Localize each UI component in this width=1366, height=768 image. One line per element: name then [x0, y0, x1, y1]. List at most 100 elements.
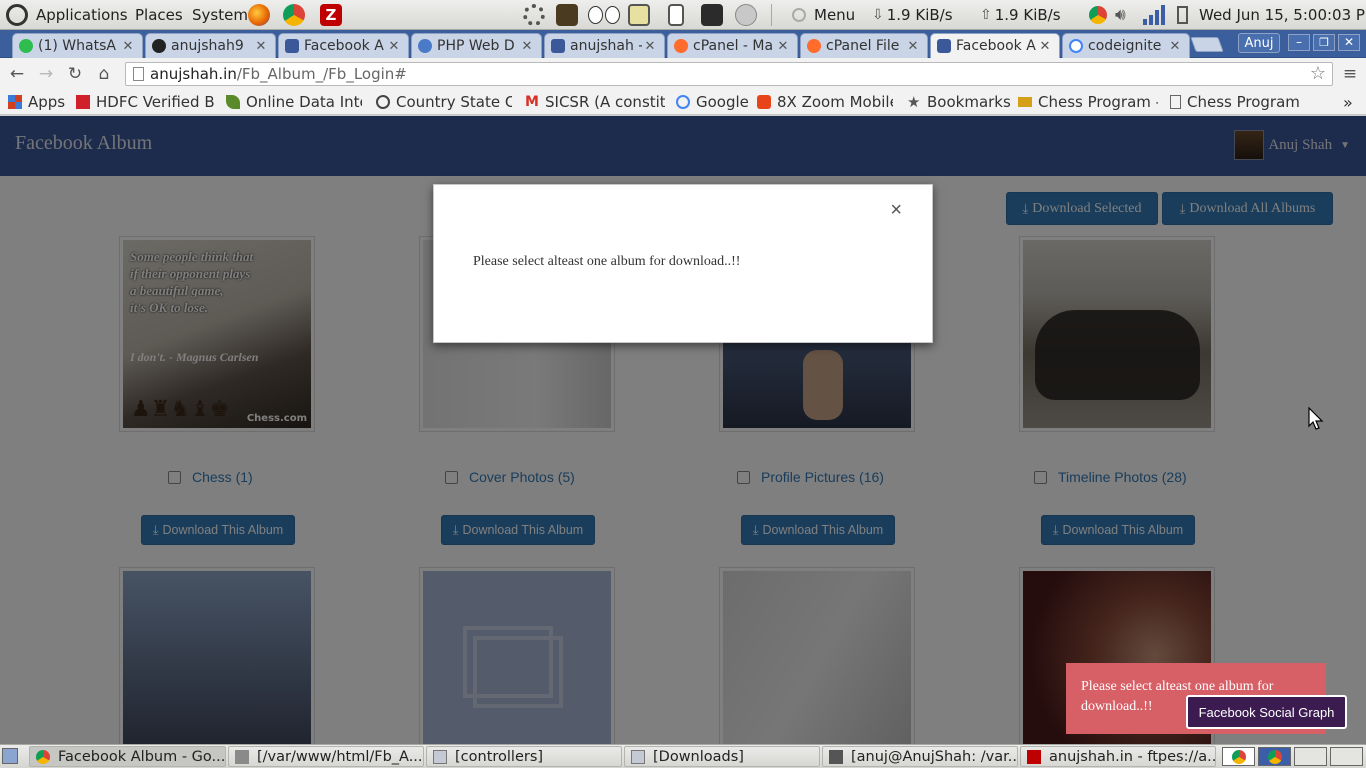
bookmark-star-icon[interactable]: ☆ — [1310, 63, 1326, 84]
speaker-icon: 🔊︎ — [1115, 5, 1126, 25]
browser-tab[interactable]: cPanel - Ma ✕ — [667, 33, 798, 58]
close-icon[interactable]: ✕ — [519, 39, 535, 54]
bookmark-item[interactable]: ★ Bookmarks — [907, 92, 1011, 112]
close-icon[interactable]: ✕ — [642, 39, 658, 54]
battery-icon — [1177, 6, 1188, 24]
php-icon — [418, 39, 432, 53]
signal-indicator[interactable] — [1143, 0, 1165, 30]
bookmark-label: Country State Cit — [396, 93, 512, 111]
system-menu[interactable]: System — [192, 0, 248, 30]
reload-button[interactable]: ↻ — [63, 62, 87, 86]
battery-indicator[interactable] — [1177, 0, 1188, 30]
bookmark-item[interactable]: Online Data Inter — [226, 92, 362, 112]
browser-tab[interactable]: PHP Web D ✕ — [411, 33, 542, 58]
filezilla-launcher[interactable]: Z — [320, 0, 342, 30]
bookmark-item[interactable]: M SICSR (A constitu — [525, 92, 665, 112]
bookmark-item[interactable]: Country State Cit — [376, 92, 512, 112]
clock[interactable]: Wed Jun 15, 5:00:03 PM — [1199, 0, 1366, 30]
chrome-menu-button[interactable]: ≡ — [1338, 62, 1362, 86]
profile-button[interactable]: Anuj — [1238, 33, 1280, 53]
close-icon[interactable]: ✕ — [1037, 39, 1053, 54]
workspace-2[interactable] — [1258, 747, 1291, 766]
taskbar-window[interactable]: anujshah.in - ftpes://a... — [1020, 746, 1216, 767]
bookmark-item[interactable]: Google — [676, 92, 749, 112]
address-bar[interactable]: anujshah.in/Fb_Album_/Fb_Login# ☆ — [125, 62, 1333, 86]
weather-applet[interactable] — [735, 0, 757, 30]
browser-tab[interactable]: Facebook A ✕ — [278, 33, 409, 58]
menu-applet[interactable]: Menu — [792, 0, 855, 30]
hamburger-menu-icon: ≡ — [1342, 64, 1358, 84]
taskbar-window[interactable]: [controllers] — [426, 746, 622, 767]
facebook-icon — [285, 39, 299, 53]
taskbar-window[interactable]: [anuj@AnujShah: /var... — [822, 746, 1018, 767]
browser-tab[interactable]: cPanel File ✕ — [800, 33, 928, 58]
firefox-launcher[interactable] — [248, 0, 270, 30]
show-desktop-button[interactable] — [2, 748, 18, 764]
close-icon[interactable]: ✕ — [775, 39, 791, 54]
modal-close-button[interactable]: × — [890, 199, 902, 222]
task-label: [controllers] — [455, 748, 544, 765]
page-icon — [133, 67, 144, 81]
filezilla-icon — [1027, 749, 1041, 764]
task-label: anujshah.in - ftpes://a... — [1049, 748, 1216, 765]
places-menu[interactable]: Places — [135, 0, 183, 30]
bookmark-folder[interactable]: Chess Program - — [1018, 92, 1158, 112]
hdfc-icon — [76, 95, 90, 109]
workspace-4[interactable] — [1330, 747, 1363, 766]
bookmark-item[interactable]: Chess Program - — [1170, 92, 1305, 112]
volume-control[interactable]: 🔊︎ — [1115, 0, 1126, 30]
window-maximize-button[interactable]: ❐ — [1313, 34, 1335, 51]
bookmark-label: Chess Program - — [1038, 93, 1158, 111]
bookmarks-overflow-button[interactable]: » — [1343, 92, 1353, 112]
system-menu-label: System — [192, 6, 248, 24]
bookmark-label: Chess Program - — [1187, 93, 1305, 111]
task-label: [anuj@AnujShah: /var... — [851, 748, 1018, 765]
chrome-tray[interactable] — [1089, 0, 1107, 30]
taskbar-window[interactable]: [/var/www/html/Fb_A... — [228, 746, 424, 767]
device-applet[interactable] — [668, 0, 684, 30]
screen-applet[interactable] — [628, 0, 650, 30]
google-icon — [1069, 39, 1083, 53]
browser-tab[interactable]: anujshah9 ✕ — [145, 33, 276, 58]
close-icon[interactable]: ✕ — [905, 39, 921, 54]
forward-button[interactable]: → — [34, 62, 58, 86]
distro-logo-icon — [6, 4, 28, 26]
terminal-launcher[interactable] — [701, 0, 723, 30]
github-icon — [152, 39, 166, 53]
home-button[interactable]: ⌂ — [92, 62, 116, 86]
browser-tab-active[interactable]: Facebook A ✕ — [930, 33, 1060, 58]
close-icon[interactable]: ✕ — [253, 39, 269, 54]
new-tab-button[interactable] — [1190, 37, 1224, 52]
social-graph-button[interactable]: Facebook Social Graph — [1186, 695, 1347, 729]
bookmark-label: HDFC Verified By — [96, 93, 214, 111]
url-path: /Fb_Album_/Fb_Login# — [236, 65, 407, 83]
net-download-speed: ⇩ 1.9 KiB/s — [872, 0, 953, 30]
panel-separator — [771, 4, 772, 26]
tab-title: codeignite — [1088, 38, 1162, 54]
window-close-button[interactable]: ✕ — [1338, 34, 1360, 51]
bookmark-item[interactable]: HDFC Verified By — [76, 92, 214, 112]
browser-tab[interactable]: (1) WhatsA ✕ — [12, 33, 143, 58]
settings-tray[interactable] — [523, 0, 545, 30]
bookmark-apps[interactable]: Apps — [8, 92, 65, 112]
close-icon[interactable]: ✕ — [386, 39, 402, 54]
close-icon[interactable]: ✕ — [1167, 39, 1183, 54]
shop-icon — [757, 95, 771, 109]
upload-arrow-icon: ⇧ — [980, 7, 992, 23]
eyes-applet[interactable] — [588, 0, 620, 30]
taskbar-window[interactable]: [Downloads] — [624, 746, 820, 767]
taskbar-window[interactable]: Facebook Album - Go... — [29, 746, 226, 767]
chrome-launcher[interactable] — [283, 0, 305, 30]
browser-tab[interactable]: anujshah - ✕ — [544, 33, 665, 58]
bookmark-item[interactable]: 8X Zoom Mobile — [757, 92, 893, 112]
tray-app-1[interactable] — [556, 0, 578, 30]
workspace-3[interactable] — [1294, 747, 1327, 766]
file-manager-icon — [235, 749, 249, 764]
browser-tab[interactable]: codeignite ✕ — [1062, 33, 1190, 58]
close-icon[interactable]: ✕ — [120, 39, 136, 54]
tab-title: anujshah9 — [171, 38, 244, 54]
back-button[interactable]: ← — [5, 62, 29, 86]
window-minimize-button[interactable]: – — [1288, 34, 1310, 51]
workspace-1[interactable] — [1222, 747, 1255, 766]
applications-menu[interactable]: Applications — [6, 0, 128, 30]
